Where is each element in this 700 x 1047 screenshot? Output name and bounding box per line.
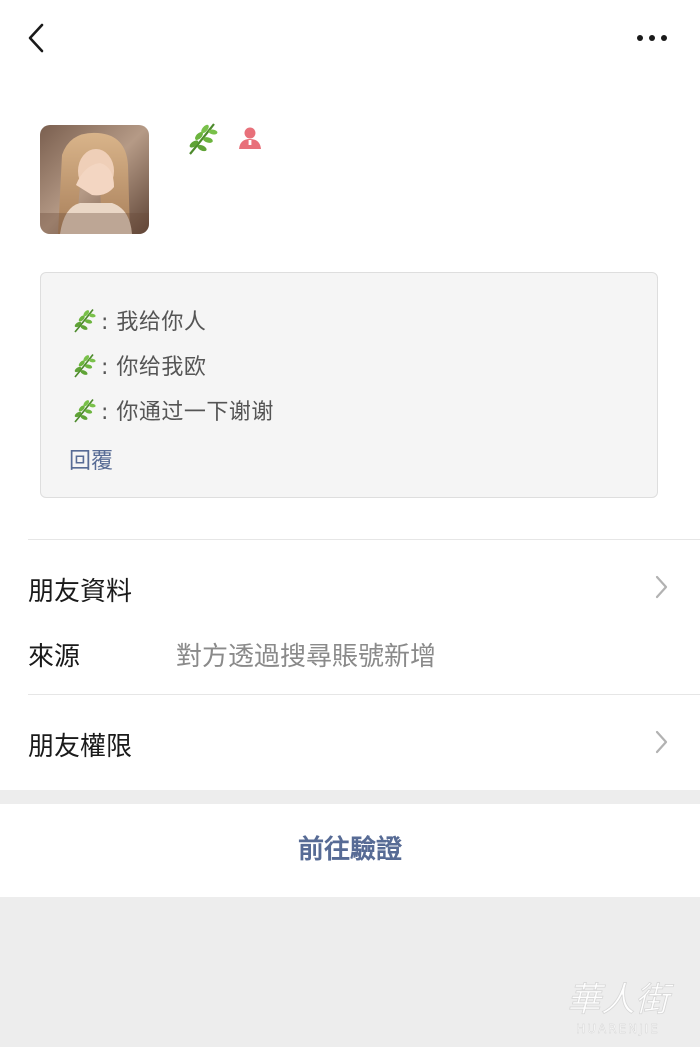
friend-permissions-row[interactable]: 朋友權限 <box>0 710 700 774</box>
friend-permissions-label: 朋友權限 <box>28 732 133 762</box>
leaf-emoji-icon <box>69 350 99 380</box>
avatar-photo <box>40 125 149 234</box>
watermark-logo: 華人街 HUARENJIE <box>548 975 688 1037</box>
divider <box>28 694 700 695</box>
message-text: : 你给我欧 <box>101 355 207 380</box>
leaf-emoji-icon <box>189 123 218 155</box>
contact-profile-page: : 我给你人 : 你给我欧: 你通过一下谢谢 回覆 朋友資料 來源 對方透過搜… <box>0 0 700 1047</box>
friend-info-row[interactable]: 朋友資料 <box>0 555 700 619</box>
message-item: : 你通过一下谢谢 <box>69 393 274 427</box>
source-value: 對方透過搜尋賬號新增 <box>176 642 437 672</box>
chevron-right-icon <box>655 730 668 754</box>
greeting-messages: : 我给你人 : 你给我欧: 你通过一下谢谢 回覆 <box>40 272 658 498</box>
message-text: : 我给你人 <box>101 310 207 335</box>
message-text: : 你通过一下谢谢 <box>101 400 274 425</box>
message-item: : 我给你人 <box>69 303 206 337</box>
divider <box>28 539 700 540</box>
friend-info-label: 朋友資料 <box>28 577 133 607</box>
back-button[interactable] <box>22 20 56 56</box>
display-name-emoji <box>182 118 222 158</box>
svg-text:華人街: 華人街 <box>567 980 674 1020</box>
leaf-emoji-icon <box>69 395 99 425</box>
avatar[interactable] <box>40 125 149 234</box>
source-label: 來源 <box>28 642 81 672</box>
leaf-emoji-icon <box>69 305 99 335</box>
verify-button[interactable]: 前往驗證 <box>0 804 700 897</box>
chevron-left-icon <box>28 23 44 53</box>
svg-text:HUARENJIE: HUARENJIE <box>576 1022 660 1036</box>
message-item: : 你给我欧 <box>69 348 206 382</box>
female-icon <box>236 125 264 151</box>
more-dots-icon <box>637 35 667 41</box>
chevron-right-icon <box>655 575 668 599</box>
verify-label: 前往驗證 <box>297 835 402 865</box>
more-button[interactable] <box>630 24 674 52</box>
reply-link[interactable]: 回覆 <box>69 443 113 475</box>
